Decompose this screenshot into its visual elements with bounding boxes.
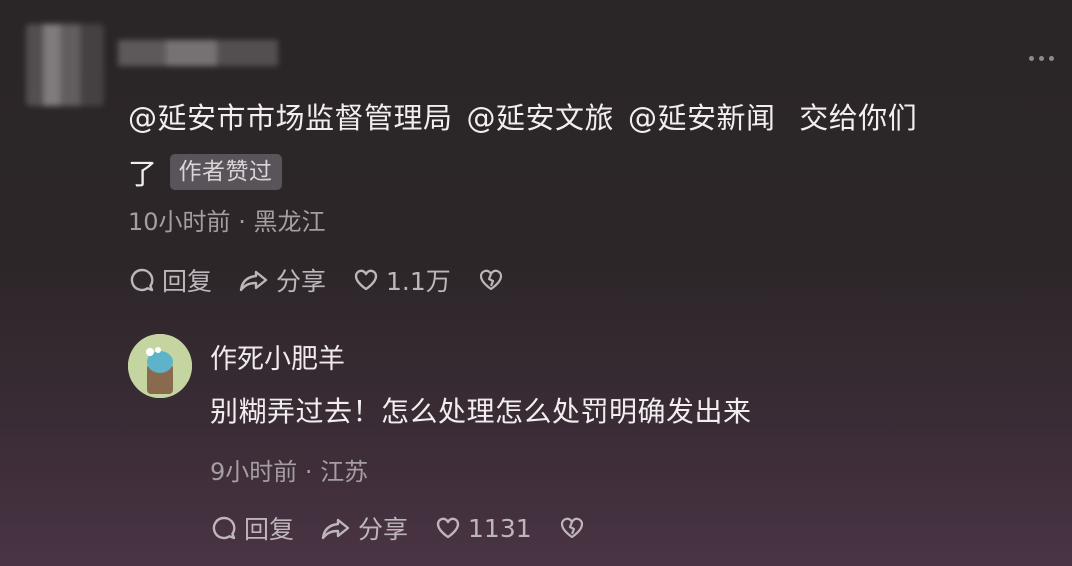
reply-avatar[interactable]: [128, 334, 192, 398]
share-icon: [321, 518, 350, 540]
reply-location: 江苏: [320, 458, 369, 486]
author-liked-badge: 作者赞过: [169, 154, 282, 190]
reply-actions: 回复 分享 1131: [210, 510, 612, 546]
comment-actions: 回复 分享 1.1万: [128, 262, 531, 298]
commenter-name-blurred[interactable]: [118, 40, 278, 66]
share-label: 分享: [276, 267, 327, 296]
comment-meta: 10小时前 · 黑龙江: [128, 202, 325, 237]
like-count: 1131: [468, 513, 532, 543]
commenter-avatar-blurred[interactable]: [26, 24, 104, 106]
reply-time: 9小时前: [210, 458, 298, 486]
share-icon: [239, 270, 268, 292]
comment-text-wrap: 了: [128, 157, 158, 191]
reply-username[interactable]: 作死小肥羊: [210, 337, 345, 376]
like-button[interactable]: 1.1万: [352, 262, 451, 298]
reply-text: 别糊弄过去！怎么处理怎么处罚明确发出来: [210, 395, 752, 428]
like-count: 1.1万: [386, 267, 451, 296]
comment-location: 黑龙江: [253, 208, 326, 236]
share-button[interactable]: 分享: [238, 262, 326, 298]
like-icon: [354, 269, 378, 291]
like-icon: [436, 517, 460, 539]
dislike-button[interactable]: [558, 514, 586, 542]
reply-icon: [130, 268, 154, 292]
more-icon[interactable]: [1029, 56, 1054, 61]
share-label: 分享: [358, 515, 409, 544]
mention-link[interactable]: @延安文旅: [467, 101, 615, 135]
share-button[interactable]: 分享: [320, 510, 408, 546]
like-button[interactable]: 1131: [434, 514, 532, 543]
mention-link[interactable]: @延安市市场监督管理局: [128, 101, 453, 135]
avatar-image: [128, 334, 192, 398]
reply-button[interactable]: 回复: [128, 262, 212, 298]
reply-label: 回复: [162, 267, 213, 296]
dislike-button[interactable]: [477, 266, 505, 294]
dislike-icon: [479, 269, 502, 291]
comment-text-tail: 交给你们: [799, 101, 918, 135]
meta-separator: ·: [304, 458, 321, 486]
mention-link[interactable]: @延安新闻: [628, 101, 776, 135]
reply-button[interactable]: 回复: [210, 510, 294, 546]
comment-text: @延安市市场监督管理局 @延安文旅 @延安新闻 交给你们 了作者赞过: [128, 90, 1048, 202]
comment-time: 10小时前: [128, 208, 231, 236]
dislike-icon: [560, 517, 583, 539]
reply-label: 回复: [244, 515, 295, 544]
meta-separator: ·: [238, 208, 254, 236]
reply-icon: [212, 516, 236, 540]
reply-meta: 9小时前 · 江苏: [210, 452, 368, 487]
